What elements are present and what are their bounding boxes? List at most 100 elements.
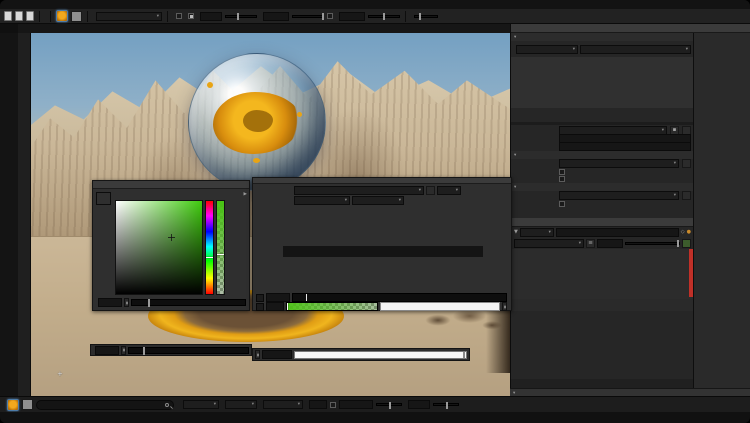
radius-checkbox[interactable] (188, 13, 194, 19)
intensity-slider[interactable] (131, 299, 246, 306)
cs-intensity-marker[interactable] (306, 294, 307, 301)
radius-field[interactable] (200, 12, 222, 21)
current-color-swatch[interactable] (96, 192, 111, 205)
intensity-stepper[interactable] (124, 298, 129, 307)
scale-slider-thumb[interactable] (419, 13, 421, 20)
active-brush-icon[interactable] (7, 399, 19, 411)
flow-checkbox[interactable] (327, 13, 333, 19)
depth-value-field (559, 142, 691, 151)
view-transform-dropdown[interactable] (225, 400, 257, 409)
display-device-dropdown[interactable] (183, 400, 219, 409)
hue-marker[interactable] (206, 257, 213, 258)
channel-size-dropdown[interactable] (516, 45, 578, 54)
cs-alpha-marker[interactable] (287, 303, 288, 310)
gain-field[interactable] (309, 400, 327, 409)
floating-alpha-stepper[interactable] (255, 350, 260, 359)
glass-sphere-model[interactable] (188, 53, 326, 191)
floating-alpha-slider[interactable] (294, 351, 467, 359)
paint-droplet (253, 158, 260, 163)
channels-palette-header[interactable] (511, 24, 694, 33)
floating-intensity-slider[interactable] (128, 347, 249, 354)
input-colorspace-field[interactable] (36, 400, 174, 410)
mask-raw-data-checkbox[interactable] (559, 201, 565, 207)
exposure-field[interactable] (339, 400, 373, 409)
radius-slider-thumb[interactable] (237, 13, 239, 20)
add-layer-button[interactable] (682, 239, 691, 248)
flow-slider[interactable] (368, 15, 400, 18)
colorspace-dropdown[interactable] (294, 186, 424, 195)
saturation-value-square[interactable] (115, 200, 203, 295)
paint-mode-dropdown[interactable] (96, 12, 162, 21)
exposure-checkbox[interactable] (330, 402, 336, 408)
layer-amount-field[interactable] (597, 239, 623, 248)
mask-colorspace-dropdown[interactable] (559, 191, 679, 200)
floating-intensity-bar (90, 344, 252, 356)
component-dropdown[interactable] (263, 400, 303, 409)
node-properties-collapse-icon[interactable]: ▾ (513, 391, 515, 396)
opacity-field[interactable] (263, 12, 289, 21)
color-crosshair[interactable] (168, 234, 175, 241)
alpha-checkbox[interactable] (176, 13, 182, 19)
opacity-slider[interactable] (292, 15, 324, 18)
eraser-tool-icon[interactable] (71, 11, 82, 22)
color-colorspace-dropdown[interactable] (559, 159, 679, 168)
tab-overflow-icon[interactable]: ▶ (244, 192, 247, 197)
exposure-thumb[interactable] (389, 402, 391, 409)
range-dropdown[interactable] (294, 196, 350, 205)
divider (39, 11, 40, 22)
cs-alpha-stepper[interactable] (502, 302, 507, 311)
intensity-thumb[interactable] (148, 299, 150, 307)
channel-depth-dropdown[interactable] (580, 45, 691, 54)
brush-preset-icon[interactable] (22, 399, 33, 410)
colorspace-auto-button[interactable] (426, 186, 435, 195)
alpha-marker[interactable] (217, 254, 224, 255)
opacity-slider-thumb[interactable] (322, 13, 324, 20)
floating-intensity-thumb[interactable] (143, 347, 145, 355)
cs-alpha-field[interactable] (266, 302, 284, 311)
cs-alpha-slider[interactable] (286, 302, 378, 311)
alpha-strip[interactable] (216, 200, 225, 295)
paint-droplet (297, 112, 302, 117)
filter-funnel-icon[interactable]: ▼ (514, 229, 518, 235)
scalar-data-checkbox[interactable] (559, 176, 565, 182)
new-project-icon[interactable] (4, 11, 12, 21)
gamma-thumb[interactable] (446, 402, 448, 409)
floating-intensity-field[interactable] (95, 346, 119, 355)
flow-slider-thumb[interactable] (383, 13, 385, 20)
gamma-slider[interactable] (433, 403, 459, 406)
cs-alpha-number-field[interactable] (380, 302, 500, 311)
filter-state-icon[interactable]: ● (687, 229, 691, 235)
layer-search-input[interactable] (556, 228, 679, 237)
intensity-field[interactable] (98, 298, 122, 307)
quick-channel-section[interactable] (511, 33, 694, 41)
blend-mode-dropdown[interactable] (514, 239, 584, 248)
colorspace-extra-dropdown[interactable] (437, 186, 461, 195)
hue-strip[interactable] (205, 200, 214, 295)
colorspace-auto-button[interactable] (682, 159, 691, 168)
floating-alpha-thumb[interactable] (463, 352, 465, 358)
colorspace-palette-titlebar[interactable] (253, 178, 511, 184)
save-project-icon[interactable] (26, 11, 34, 21)
paint-tool-icon[interactable] (56, 10, 68, 22)
exposure-slider[interactable] (376, 403, 402, 406)
scale-slider[interactable] (414, 15, 438, 18)
range-extra-dropdown[interactable] (352, 196, 404, 205)
colors-palette-titlebar[interactable] (93, 181, 249, 189)
layers-palette-header[interactable] (511, 218, 694, 227)
layer-amount-slider[interactable] (625, 242, 680, 245)
cs-intensity-field[interactable] (266, 293, 290, 302)
cs-intensity-slider[interactable] (292, 293, 507, 302)
gamma-field[interactable] (408, 400, 430, 409)
filter-options-icon[interactable]: ◇ (681, 229, 685, 235)
layer-amount-thumb[interactable] (677, 240, 679, 247)
filter-type-dropdown[interactable] (520, 228, 554, 237)
radius-slider[interactable] (225, 15, 257, 18)
floating-alpha-field[interactable] (262, 350, 292, 359)
flow-field[interactable] (339, 12, 365, 21)
mask-colorspace-auto-button[interactable] (682, 191, 691, 200)
floating-intensity-stepper[interactable] (121, 346, 126, 355)
alpha-channel-chip (256, 303, 264, 311)
open-project-icon[interactable] (15, 11, 23, 21)
layer-scrollbar[interactable] (689, 249, 693, 297)
blend-lock-icon[interactable]: ≡ (586, 239, 595, 248)
